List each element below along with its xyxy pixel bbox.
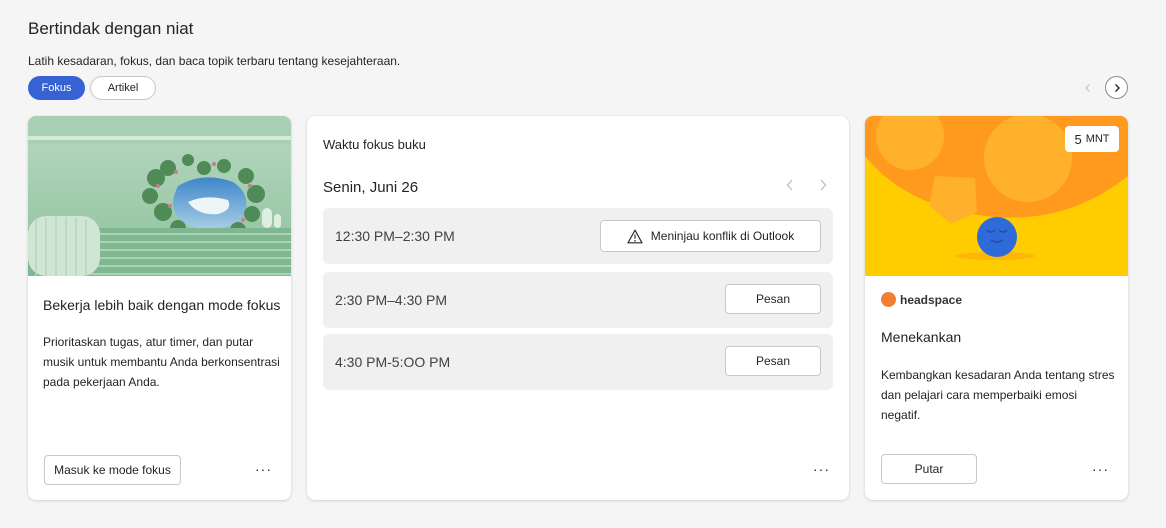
time-slot: 2:30 PM–4:30 PM Pesan	[323, 272, 833, 328]
headspace-card: 5 MNT headspace Menekankan Kembangkan ke…	[865, 116, 1128, 500]
book-slot-button[interactable]: Pesan	[725, 284, 821, 314]
focus-mode-description: Prioritaskan tugas, atur timer, dan puta…	[43, 335, 280, 389]
review-conflict-button[interactable]: Meninjau konflik di Outlook	[600, 220, 821, 252]
carousel-nav	[1076, 76, 1128, 99]
focus-mode-card: Bekerja lebih baik dengan mode fokus Pri…	[28, 116, 291, 500]
review-conflict-label: Meninjau konflik di Outlook	[650, 229, 795, 243]
duration-badge: 5 MNT	[1065, 126, 1119, 152]
section-subtitle: Latih kesadaran, fokus, dan baca topik t…	[28, 54, 401, 68]
duration-unit: MNT	[1085, 133, 1110, 145]
carousel-next-button[interactable]	[1105, 76, 1128, 99]
date-next-button[interactable]	[818, 178, 828, 194]
headspace-illustration: 5 MNT	[865, 116, 1128, 276]
headspace-brand: headspace	[900, 292, 963, 307]
book-focus-more-button[interactable]: ···	[813, 461, 830, 477]
chevron-left-icon	[1084, 83, 1090, 92]
headspace-heading: Menekankan	[881, 329, 962, 345]
section-title: Bertindak dengan niat	[28, 19, 194, 38]
carousel-prev-button[interactable]	[1076, 76, 1099, 99]
date-prev-button[interactable]	[785, 178, 795, 194]
book-focus-date: Senin, Juni 26	[323, 179, 419, 196]
time-slot: 12:30 PM–2:30 PM Meninjau konflik di Out…	[323, 208, 833, 264]
book-slot-button[interactable]: Pesan	[725, 346, 821, 376]
enter-focus-mode-button[interactable]: Masuk ke mode fokus	[44, 455, 181, 485]
headspace-logo: headspace	[881, 292, 962, 307]
filter-artikel[interactable]: Artikel	[90, 76, 156, 100]
focus-mode-image	[28, 116, 291, 276]
warning-icon	[627, 229, 643, 243]
slot-time: 2:30 PM–4:30 PM	[335, 292, 448, 308]
slot-time: 4:30 PM-5:OO PM	[335, 354, 451, 370]
book-focus-title: Waktu fokus buku	[323, 137, 426, 152]
filter-fokus[interactable]: Fokus	[28, 76, 85, 100]
duration-number: 5	[1074, 131, 1082, 147]
focus-mode-more-button[interactable]: ···	[255, 461, 272, 477]
chevron-left-icon	[786, 179, 793, 191]
book-focus-time-card: Waktu fokus buku Senin, Juni 26 12:30 PM…	[307, 116, 849, 500]
filter-tabs: Fokus Artikel	[28, 76, 156, 100]
time-slot: 4:30 PM-5:OO PM Pesan	[323, 334, 833, 390]
headspace-logo-icon	[881, 292, 896, 307]
chevron-right-icon	[1114, 83, 1120, 92]
headspace-more-button[interactable]: ···	[1092, 461, 1109, 477]
slot-time: 12:30 PM–2:30 PM	[335, 228, 455, 244]
headspace-description: Kembangkan kesadaran Anda tentang stres …	[881, 368, 1115, 422]
chevron-right-icon	[820, 179, 827, 191]
focus-mode-heading: Bekerja lebih baik dengan mode fokus	[43, 297, 281, 313]
play-button[interactable]: Putar	[881, 454, 977, 484]
